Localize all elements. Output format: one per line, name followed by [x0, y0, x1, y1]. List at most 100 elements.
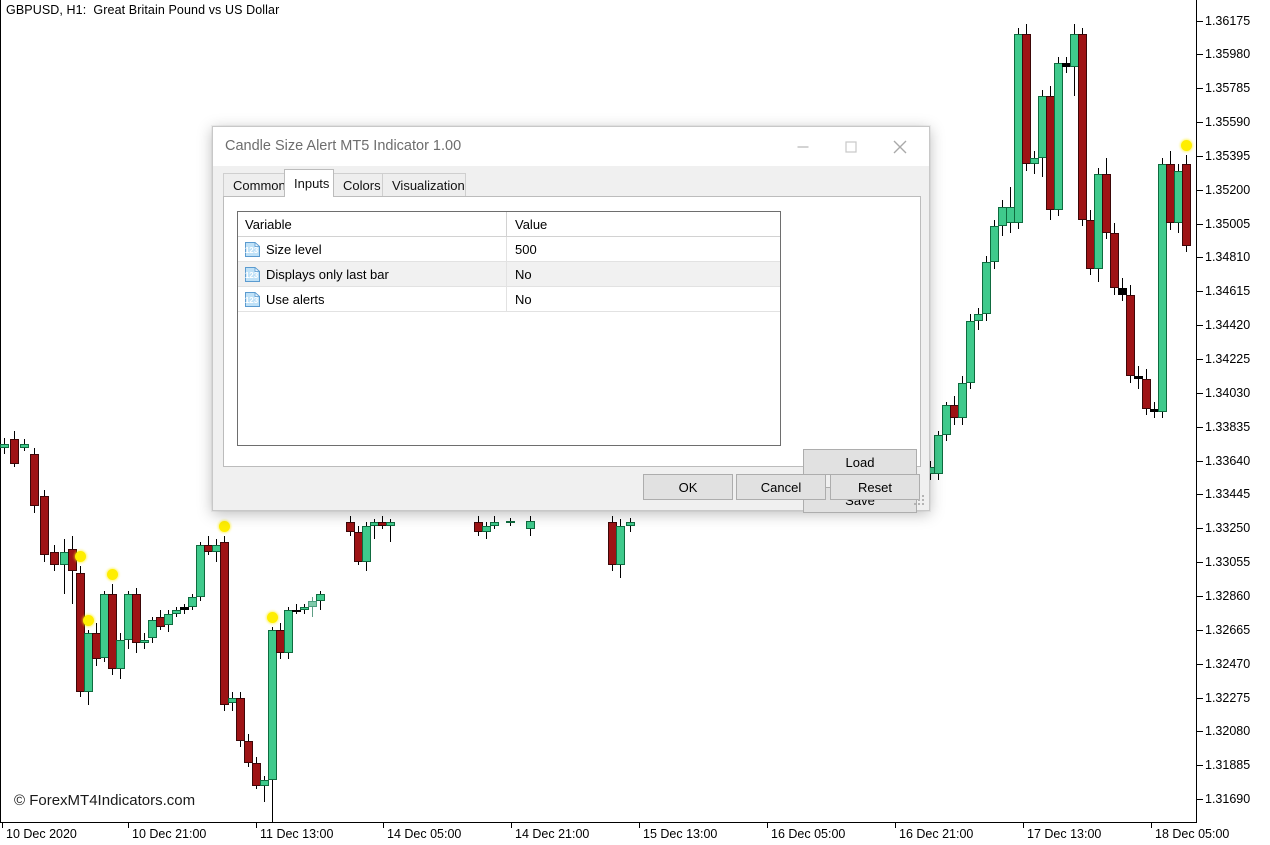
price-tick [1197, 664, 1203, 665]
candle-body [188, 597, 197, 607]
time-axis[interactable]: 10 Dec 202010 Dec 21:0011 Dec 13:0014 De… [0, 823, 1270, 845]
price-tick [1197, 88, 1203, 89]
dialog-title: Candle Size Alert MT5 Indicator 1.00 [225, 138, 461, 154]
value-cell[interactable]: 500 [507, 237, 780, 261]
resize-grip[interactable] [914, 495, 926, 507]
time-tick [1023, 823, 1024, 828]
inputs-panel: VariableValue123Size level500123Displays… [223, 196, 921, 467]
value-cell[interactable]: No [507, 287, 780, 311]
svg-text:123: 123 [245, 296, 259, 305]
price-tick-label: 1.32860 [1205, 589, 1250, 603]
chart-left-border [0, 0, 1, 822]
price-tick-label: 1.35980 [1205, 47, 1250, 61]
alert-signal-dot [107, 569, 118, 580]
variable-label: Use alerts [266, 292, 325, 307]
price-tick-label: 1.34225 [1205, 352, 1250, 366]
price-tick-label: 1.33445 [1205, 487, 1250, 501]
mt5-chart-window: GBPUSD, H1: Great Britain Pound vs US Do… [0, 0, 1270, 845]
price-tick [1197, 359, 1203, 360]
time-tick [511, 823, 512, 828]
price-tick [1197, 765, 1203, 766]
candle-body [116, 640, 125, 669]
price-tick [1197, 494, 1203, 495]
tab-visualization[interactable]: Visualization [382, 173, 466, 197]
grid-row[interactable]: 123 Use alerts No [238, 287, 780, 312]
price-tick-label: 1.34030 [1205, 386, 1250, 400]
price-tick-label: 1.34810 [1205, 250, 1250, 264]
price-tick-label: 1.32665 [1205, 623, 1250, 637]
column-header-variable[interactable]: Variable [238, 212, 507, 236]
tab-inputs[interactable]: Inputs [284, 169, 334, 197]
variable-cell[interactable]: 123Displays only last bar [238, 262, 507, 286]
price-tick [1197, 427, 1203, 428]
minimize-button[interactable] [780, 127, 825, 166]
candle-body [1030, 158, 1039, 165]
tab-common[interactable]: Common [223, 173, 285, 197]
candle-body [244, 741, 253, 764]
inputs-grid[interactable]: VariableValue123Size level500123Displays… [237, 211, 781, 446]
time-tick-label: 11 Dec 13:00 [260, 827, 333, 841]
value-cell[interactable]: No [507, 262, 780, 286]
svg-text:123: 123 [245, 246, 259, 255]
time-tick-label: 14 Dec 05:00 [387, 827, 461, 841]
price-tick-label: 1.33835 [1205, 420, 1250, 434]
chart-title: GBPUSD, H1: Great Britain Pound vs US Do… [6, 3, 279, 17]
time-tick [128, 823, 129, 828]
column-header-value[interactable]: Value [507, 212, 780, 236]
candle-body [316, 594, 325, 601]
candle-body [10, 439, 19, 463]
price-tick-label: 1.36175 [1205, 14, 1250, 28]
price-tick-label: 1.35200 [1205, 183, 1250, 197]
price-tick [1197, 54, 1203, 55]
time-tick [767, 823, 768, 828]
candle-body [1142, 379, 1151, 408]
candle-body [180, 607, 189, 610]
price-tick [1197, 257, 1203, 258]
time-tick [1151, 823, 1152, 828]
time-tick-label: 16 Dec 05:00 [771, 827, 845, 841]
price-tick [1197, 528, 1203, 529]
candle-body [990, 226, 999, 262]
time-tick [639, 823, 640, 828]
candle-body [30, 454, 39, 506]
numeric-type-icon: 123 [245, 292, 260, 307]
candle-body [974, 314, 983, 321]
price-tick-label: 1.34615 [1205, 284, 1250, 298]
variable-cell[interactable]: 123 Use alerts [238, 287, 507, 311]
ok-button[interactable]: OK [643, 474, 733, 500]
candle-wick [64, 539, 65, 594]
price-tick [1197, 291, 1203, 292]
price-tick-label: 1.34420 [1205, 318, 1250, 332]
price-tick-label: 1.31885 [1205, 758, 1250, 772]
dialog-titlebar[interactable]: Candle Size Alert MT5 Indicator 1.00 [213, 127, 929, 167]
price-tick-label: 1.33055 [1205, 555, 1250, 569]
time-tick-label: 10 Dec 21:00 [132, 827, 206, 841]
grid-row[interactable]: 123Displays only last barNo [238, 262, 780, 287]
indicator-properties-dialog: Candle Size Alert MT5 Indicator 1.00 Com… [212, 126, 930, 511]
price-axis[interactable]: 1.361751.359801.357851.355901.353951.352… [1197, 0, 1270, 822]
candle-body [958, 383, 967, 419]
close-button[interactable] [877, 127, 922, 166]
tab-colors[interactable]: Colors [333, 173, 383, 197]
grid-row[interactable]: 123Size level500 [238, 237, 780, 262]
numeric-type-icon: 123 [245, 267, 260, 282]
time-tick [2, 823, 3, 828]
price-tick-label: 1.33640 [1205, 454, 1250, 468]
candle-body [506, 521, 515, 523]
price-tick [1197, 325, 1203, 326]
cancel-button[interactable]: Cancel [736, 474, 826, 500]
candle-body [490, 522, 499, 525]
price-tick [1197, 698, 1203, 699]
candle-body [236, 698, 245, 740]
load-button[interactable]: Load [803, 449, 917, 475]
candle-body [482, 526, 491, 533]
candle-body [0, 444, 9, 447]
maximize-button[interactable] [828, 127, 873, 166]
maximize-icon [844, 140, 857, 153]
variable-cell[interactable]: 123Size level [238, 237, 507, 261]
price-tick [1197, 393, 1203, 394]
time-tick-label: 17 Dec 13:00 [1027, 827, 1101, 841]
reset-button[interactable]: Reset [830, 474, 920, 500]
price-tick-label: 1.35590 [1205, 115, 1250, 129]
candle-body [1182, 164, 1191, 245]
